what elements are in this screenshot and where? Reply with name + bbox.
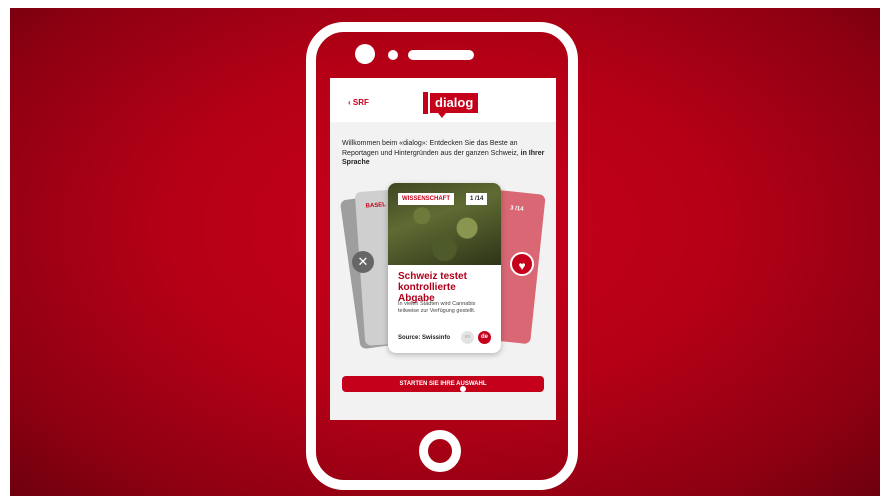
intro-body: Willkommen beim «dialog»: Entdecken Sie … [342, 140, 521, 157]
card-counter: 1 /14 [466, 193, 488, 205]
card-source: Source: Swissinfo [398, 335, 451, 341]
speaker-icon [408, 50, 474, 60]
language-de-button[interactable]: de [478, 331, 491, 344]
logo-text: dialog [430, 93, 479, 118]
category-tag: WISSENSCHAFT [398, 193, 454, 205]
card-title: Schweiz testet kontrollierte Abgabe [398, 271, 467, 304]
dialog-logo: dialog [423, 92, 479, 118]
language-en-button[interactable]: en [461, 331, 474, 344]
home-button[interactable] [419, 430, 461, 472]
sensor-icon [388, 50, 398, 60]
start-selection-button[interactable]: STARTEN SIE IHRE AUSWAHL [342, 376, 544, 392]
heart-icon: ♥ [518, 259, 526, 273]
logo-mark [423, 92, 428, 114]
back-link[interactable]: ‹ SRF [348, 98, 369, 107]
dismiss-button[interactable]: ✕ [352, 251, 374, 273]
close-icon: ✕ [357, 254, 369, 269]
article-card[interactable]: WISSENSCHAFT 1 /14 Schweiz testet kontro… [388, 183, 501, 353]
right-card-counter: 3 /14 [509, 205, 524, 213]
card-description: In vielen Städten wird Cannabis teilweis… [398, 301, 476, 314]
camera-icon [355, 44, 375, 64]
app-screen: ‹ SRF dialog Willkommen beim «dialog»: E… [330, 78, 556, 420]
top-bar: ‹ SRF dialog [330, 78, 556, 122]
like-button[interactable]: ♥ [510, 252, 534, 276]
intro-text: Willkommen beim «dialog»: Entdecken Sie … [342, 139, 546, 168]
pointer-cursor [460, 386, 466, 392]
left-card-badge: BASEL [365, 202, 387, 210]
